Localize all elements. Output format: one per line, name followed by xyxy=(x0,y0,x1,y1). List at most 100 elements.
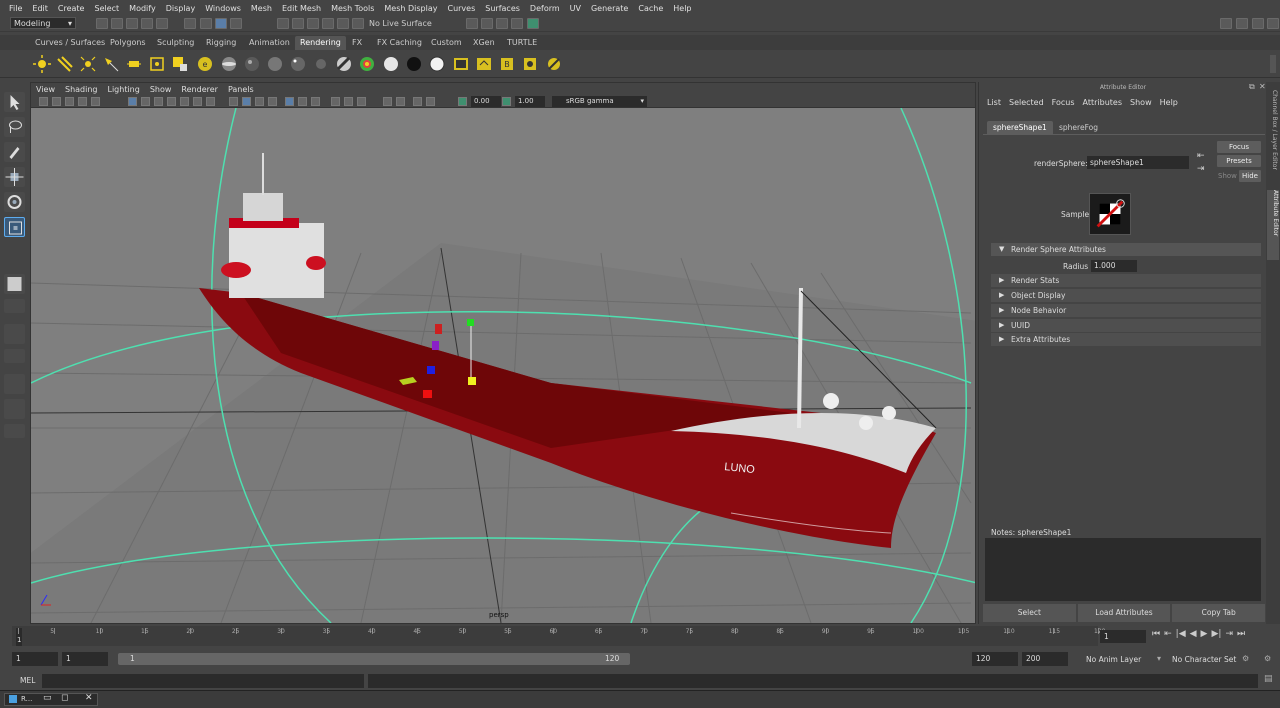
select-button[interactable]: Select xyxy=(983,604,1076,622)
menu-cache[interactable]: Cache xyxy=(633,4,668,13)
menu-uv[interactable]: UV xyxy=(565,4,586,13)
outliner-layout-icon[interactable] xyxy=(4,374,25,394)
range-slider-bar[interactable]: 1 120 xyxy=(118,653,630,665)
step-back-key-icon[interactable]: ⇤ xyxy=(1164,629,1172,639)
tool-settings-toggle-icon[interactable] xyxy=(1267,18,1279,29)
uuid-frame[interactable]: ▶ UUID xyxy=(991,319,1261,332)
xray-icon[interactable] xyxy=(396,97,405,106)
render-settings-shelf-icon[interactable] xyxy=(545,55,563,73)
tab-rigging[interactable]: Rigging xyxy=(206,36,236,50)
smooth-shade-icon[interactable] xyxy=(242,97,251,106)
render-stats-frame[interactable]: ▶ Render Stats xyxy=(991,274,1261,287)
render-sphere-field[interactable]: sphereShape1 xyxy=(1087,156,1189,169)
menu-mesh[interactable]: Mesh xyxy=(246,4,277,13)
character-set-dropdown[interactable]: No Character Set xyxy=(1172,655,1236,664)
black-sphere-icon[interactable] xyxy=(405,55,423,73)
ae-menu-selected[interactable]: Selected xyxy=(1005,98,1048,107)
undo-icon[interactable] xyxy=(141,18,153,29)
select-object-icon[interactable] xyxy=(200,18,212,29)
tab-custom[interactable]: Custom xyxy=(431,36,462,50)
menu-edit[interactable]: Edit xyxy=(27,4,53,13)
maximize-icon[interactable]: ◻ xyxy=(61,693,68,703)
ipr-icon[interactable] xyxy=(475,55,493,73)
current-frame-field[interactable]: 1 xyxy=(1100,630,1146,643)
ambient-light-icon[interactable] xyxy=(33,55,51,73)
single-perspective-layout-icon[interactable] xyxy=(4,274,25,294)
volume-light-icon[interactable] xyxy=(148,55,166,73)
menu-display[interactable]: Display xyxy=(161,4,201,13)
multisample-aa-icon[interactable] xyxy=(344,97,353,106)
tab-attribute-editor[interactable]: Attribute Editor xyxy=(1267,190,1279,260)
area-light-icon[interactable] xyxy=(125,55,143,73)
menu-generate[interactable]: Generate xyxy=(586,4,633,13)
play-backward-icon[interactable]: ◀ xyxy=(1190,629,1197,639)
modeling-toolkit-icon[interactable] xyxy=(1236,18,1248,29)
spot-light-icon[interactable] xyxy=(102,55,120,73)
bookmark-icon[interactable] xyxy=(52,97,61,106)
key-icon[interactable]: ⚙ xyxy=(1242,654,1249,663)
xray-joints-icon[interactable] xyxy=(413,97,422,106)
focus-button[interactable]: Focus xyxy=(1217,141,1261,153)
motion-blur-icon[interactable] xyxy=(331,97,340,106)
screen-space-ao-icon[interactable] xyxy=(311,97,320,106)
xray-components-icon[interactable] xyxy=(426,97,435,106)
scale-tool-icon[interactable] xyxy=(4,217,25,237)
grid-toggle-icon[interactable] xyxy=(128,97,137,106)
viewport-canvas[interactable]: LUNO xyxy=(31,83,976,624)
viewport-menu-lighting[interactable]: Lighting xyxy=(102,85,144,94)
more-layouts-icon[interactable] xyxy=(4,424,25,438)
phong-sphere-icon[interactable] xyxy=(289,55,307,73)
minimized-window[interactable]: R... ▭ ◻ ✕ xyxy=(4,693,98,706)
safe-action-icon[interactable] xyxy=(193,97,202,106)
viewport-menu-show[interactable]: Show xyxy=(145,85,177,94)
2d-pan-icon[interactable] xyxy=(78,97,87,106)
extra-attributes-frame[interactable]: ▶ Extra Attributes xyxy=(991,333,1261,346)
gamma-icon[interactable] xyxy=(502,97,511,106)
play-forward-icon[interactable]: ▶ xyxy=(1201,629,1208,639)
batch-render-icon[interactable]: B xyxy=(498,55,516,73)
viewport-menu-panels[interactable]: Panels xyxy=(223,85,259,94)
playback-start-field[interactable]: 1 xyxy=(62,652,108,666)
exposure-icon[interactable] xyxy=(458,97,467,106)
directional-light-icon[interactable] xyxy=(56,55,74,73)
go-to-end-icon[interactable]: ⏭ xyxy=(1237,629,1245,639)
isolate-select-icon[interactable] xyxy=(383,97,392,106)
output-connection-icon[interactable]: ⇥ xyxy=(1197,164,1205,174)
snap-live-icon[interactable] xyxy=(337,18,349,29)
snap-surface-icon[interactable] xyxy=(322,18,334,29)
hypershade-icon[interactable] xyxy=(511,18,523,29)
camera-attributes-icon[interactable] xyxy=(39,97,48,106)
blinn-sphere-icon[interactable] xyxy=(243,55,261,73)
four-view-layout-icon[interactable] xyxy=(4,299,25,313)
step-forward-key-icon[interactable]: ⇥ xyxy=(1225,629,1233,639)
script-editor-icon[interactable]: ▤ xyxy=(1264,674,1273,684)
notes-field[interactable] xyxy=(985,538,1261,601)
ipr-render-icon[interactable] xyxy=(481,18,493,29)
select-tool-icon[interactable] xyxy=(4,92,25,112)
lasso-tool-icon[interactable] xyxy=(4,117,25,137)
tab-sphereFog[interactable]: sphereFog xyxy=(1053,121,1104,134)
render-image-icon[interactable] xyxy=(452,55,470,73)
color-space-dropdown[interactable]: sRGB gamma ▾ xyxy=(552,96,647,107)
textured-icon[interactable] xyxy=(268,97,277,106)
render-view-icon[interactable] xyxy=(527,18,539,29)
close-icon[interactable]: ✕ xyxy=(1259,82,1266,91)
render-current-icon[interactable] xyxy=(466,18,478,29)
menu-windows[interactable]: Windows xyxy=(200,4,246,13)
gamma-field[interactable]: 1.00 xyxy=(515,96,545,107)
viewport-menu-view[interactable]: View xyxy=(31,85,60,94)
magnet-icon[interactable] xyxy=(352,18,364,29)
matte-sphere-icon[interactable] xyxy=(428,55,446,73)
exposure-field[interactable]: 0.00 xyxy=(471,96,501,107)
select-component-icon[interactable] xyxy=(215,18,227,29)
shadows-icon[interactable] xyxy=(298,97,307,106)
menu-deform[interactable]: Deform xyxy=(525,4,565,13)
ramp-shader-icon[interactable] xyxy=(335,55,353,73)
tab-animation[interactable]: Animation xyxy=(249,36,290,50)
input-connection-icon[interactable]: ⇤ xyxy=(1197,151,1205,161)
go-to-start-icon[interactable]: ⏮ xyxy=(1152,629,1160,639)
ae-menu-attributes[interactable]: Attributes xyxy=(1079,98,1127,107)
snap-point-icon[interactable] xyxy=(292,18,304,29)
tab-sculpting[interactable]: Sculpting xyxy=(157,36,194,50)
channel-box-toggle-icon[interactable] xyxy=(1252,18,1264,29)
